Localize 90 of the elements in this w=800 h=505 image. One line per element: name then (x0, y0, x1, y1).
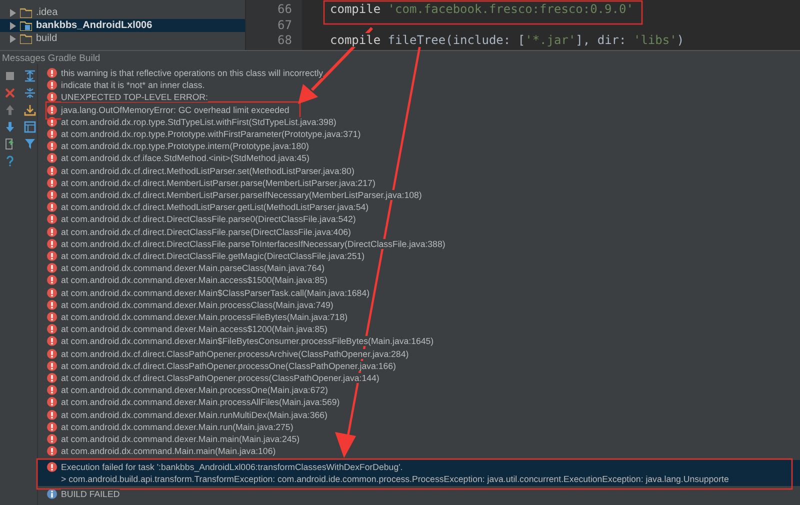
message-text: at com.android.dx.cf.direct.DirectClassFile.getMagic(DirectClassFile.java:251) (61, 251, 365, 262)
message-text: at com.android.dx.command.dexer.Main.processClass(Main.java:749) (61, 300, 334, 310)
line-number: 68 (276, 33, 292, 48)
message-text: at com.android.dx.command.dexer.Main.run(Main.java:275) (61, 422, 294, 432)
help-icon[interactable] (4, 155, 16, 167)
message-row[interactable]: indicate that it is *not* an inner class. (38, 79, 800, 92)
message-row[interactable]: at com.android.dx.cf.direct.DirectClassFile.getMagic(DirectClassFile.java:251) (38, 250, 800, 262)
message-row[interactable]: at com.android.dx.cf.direct.DirectClassFile.parse(DirectClassFile.java:406) (38, 226, 800, 238)
message-text: at com.android.dx.cf.direct.MethodListParser.set(MethodListParser.java:80) (61, 166, 354, 176)
download-icon[interactable] (24, 104, 36, 116)
message-row[interactable]: at com.android.dx.cf.direct.MethodListParser.set(MethodListParser.java:80) (38, 164, 800, 177)
message-text: at com.android.dx.command.dexer.Main$FileBytesConsumer.processFileBytes(Main.java:1645) (61, 336, 434, 346)
filter-icon[interactable] (24, 138, 36, 150)
message-text: at com.android.dx.rop.type.Prototype.intern(Prototype.java:180) (61, 141, 309, 152)
message-row[interactable]: at com.android.dx.command.dexer.Main.access$1500(Main.java:85) (38, 274, 800, 287)
message-text: at com.android.dx.command.dexer.Main$ClassParserTask.call(Main.java:1684) (61, 288, 370, 298)
message-text: at com.android.dx.command.dexer.Main.processOne(Main.java:672) (61, 385, 328, 396)
message-text: BUILD FAILED (61, 488, 120, 499)
message-row[interactable]: at com.android.dx.cf.iface.StdMethod.<init>(StdMethod.java:45) (38, 152, 800, 165)
message-text: at com.android.dx.cf.direct.ClassPathOpener.process(ClassPathOpener.java:144) (61, 373, 380, 384)
folder-icon (20, 7, 32, 18)
message-text: at com.android.dx.command.dexer.Main.processAllFiles(Main.java:569) (61, 397, 340, 408)
message-row[interactable]: at com.android.dx.cf.direct.MethodListParser.getList(MethodListParser.java:54) (38, 201, 800, 214)
message-text: at com.android.dx.command.dexer.Main.runMultiDex(Main.java:366) (61, 410, 328, 420)
expand-all-icon[interactable] (24, 70, 36, 82)
message-text: at com.android.dx.cf.direct.ClassPathOpener.processArchive(ClassPathOpener.java:284) (61, 348, 409, 359)
message-text: at com.android.dx.cf.direct.ClassPathOpener.processOne(ClassPathOpener.java:166) (61, 360, 396, 371)
message-row[interactable]: at com.android.dx.cf.direct.DirectClassFile.parseToInterfacesIfNecessary(DirectClassFile.java:388) (38, 238, 800, 250)
message-row[interactable]: at com.android.dx.cf.direct.ClassPathOpener.processArchive(ClassPathOpener.java:284) (38, 348, 800, 360)
message-row[interactable]: at com.android.dx.command.dexer.Main.processClass(Main.java:749) (38, 298, 800, 312)
message-row[interactable]: UNEXPECTED TOP-LEVEL ERROR: (38, 91, 800, 104)
message-text: at com.android.dx.command.dexer.Main.main(Main.java:245) (61, 434, 300, 444)
message-row[interactable]: BUILD FAILED (38, 488, 800, 500)
folder-icon (20, 33, 32, 44)
message-row[interactable]: at com.android.dx.command.dexer.Main.processOne(Main.java:672) (38, 384, 800, 396)
stop-icon[interactable] (4, 70, 16, 82)
message-row[interactable]: at com.android.dx.command.dexer.Main.processFileBytes(Main.java:718) (38, 311, 800, 324)
message-row[interactable]: at com.android.dx.cf.direct.MemberListParser.parseIfNecessary(MemberListParser.java:108) (38, 189, 800, 202)
message-text: at com.android.dx.cf.direct.MethodListParser.getList(MethodListParser.java:54) (61, 202, 369, 212)
message-row[interactable]: at com.android.dx.command.dexer.Main.runMultiDex(Main.java:366) (38, 408, 800, 421)
message-row[interactable]: at com.android.dx.cf.direct.ClassPathOpener.processOne(ClassPathOpener.java:166) (38, 360, 800, 372)
message-row[interactable]: java.lang.OutOfMemoryError: GC overhead limit exceeded (38, 104, 800, 116)
message-text: java.lang.OutOfMemoryError: GC overhead limit exceeded (61, 104, 290, 115)
tree-item[interactable]: .idea (0, 6, 245, 19)
message-text: Execution failed for task ':bankbbs_AndroidLxl006:transformClassesWithDexForDebug'. (61, 462, 403, 472)
message-row[interactable] (38, 460, 800, 486)
message-row[interactable]: at com.android.dx.command.dexer.Main$ClassParserTask.call(Main.java:1684) (38, 286, 800, 299)
message-text: at com.android.dx.command.dexer.Main.parseClass(Main.java:764) (61, 263, 325, 274)
export-icon[interactable] (4, 138, 16, 150)
message-text: at com.android.dx.command.dexer.Main.access$1500(Main.java:85) (61, 275, 328, 286)
message-row[interactable]: at com.android.dx.cf.direct.MemberListParser.parse(MemberListParser.java:217) (38, 176, 800, 190)
message-text: at com.android.dx.command.dexer.Main.processFileBytes(Main.java:718) (61, 312, 348, 322)
up-arrow-icon[interactable] (4, 104, 16, 116)
message-text: at com.android.dx.command.dexer.Main.access$1200(Main.java:85) (61, 324, 328, 334)
message-text: at com.android.dx.cf.iface.StdMethod.<init>(StdMethod.java:45) (61, 153, 310, 164)
message-text: at com.android.dx.rop.type.StdTypeList.withFirst(StdTypeList.java:398) (61, 116, 336, 127)
message-text: this warning is that reflective operations on this class will incorrectly (61, 68, 324, 78)
layout-icon[interactable] (24, 121, 36, 133)
line-number: 67 (276, 18, 292, 33)
down-arrow-icon[interactable] (4, 121, 16, 133)
message-text: at com.android.dx.cf.direct.DirectClassFile.parse0(DirectClassFile.java:542) (61, 214, 356, 224)
message-text: at com.android.dx.cf.direct.MemberListParser.parse(MemberListParser.java:217) (61, 178, 376, 188)
message-row[interactable]: at com.android.dx.cf.direct.ClassPathOpener.process(ClassPathOpener.java:144) (38, 372, 800, 384)
message-row[interactable]: at com.android.dx.rop.type.Prototype.intern(Prototype.java:180) (38, 140, 800, 152)
message-text: at com.android.dx.cf.direct.MemberListParser.parseIfNecessary(MemberListParser.java:108) (61, 190, 422, 200)
message-row[interactable]: at com.android.dx.rop.type.StdTypeList.withFirst(StdTypeList.java:398) (38, 116, 800, 128)
message-row[interactable]: at com.android.dx.rop.type.Prototype.withFirstParameter(Prototype.java:371) (38, 128, 800, 140)
message-row[interactable]: at com.android.dx.command.dexer.Main.processAllFiles(Main.java:569) (38, 396, 800, 409)
message-row[interactable]: at com.android.dx.cf.direct.DirectClassFile.parse0(DirectClassFile.java:542) (38, 213, 800, 226)
message-text: at com.android.dx.cf.direct.DirectClassFile.parse(DirectClassFile.java:406) (61, 226, 351, 237)
message-row[interactable]: this warning is that reflective operations on this class will incorrectly (38, 67, 800, 80)
panel-title: Messages Gradle Build (0, 50, 800, 64)
collapse-all-icon[interactable] (24, 87, 36, 99)
message-row[interactable]: at com.android.dx.command.dexer.Main.parseClass(Main.java:764) (38, 262, 800, 274)
message-row[interactable]: at com.android.dx.command.dexer.Main.main(Main.java:245) (38, 433, 800, 446)
line-number: 66 (276, 2, 292, 18)
message-row[interactable]: at com.android.dx.command.Main.main(Main.java:106) (38, 445, 800, 458)
message-text: at com.android.dx.rop.type.Prototype.withFirstParameter(Prototype.java:371) (61, 129, 361, 140)
close-icon[interactable] (4, 87, 16, 99)
module-folder-icon (20, 20, 32, 31)
message-row[interactable]: at com.android.dx.command.dexer.Main.access$1200(Main.java:85) (38, 323, 800, 336)
tree-item[interactable]: build (0, 32, 245, 45)
message-text: at com.android.dx.command.Main.main(Main.java:106) (61, 446, 276, 456)
message-row[interactable]: at com.android.dx.command.dexer.Main$FileBytesConsumer.processFileBytes(Main.java:1645) (38, 335, 800, 348)
message-text: > com.android.build.api.transform.TransformException: com.android.ide.common.process.ProcessException: java.util.concurrent.ExecutionException: java.lang.Unsupporte (61, 474, 729, 484)
message-row[interactable]: at com.android.dx.command.dexer.Main.run(Main.java:275) (38, 420, 800, 434)
message-text: at com.android.dx.cf.direct.DirectClassFile.parseToInterfacesIfNecessary(DirectClassFile.java:388) (61, 238, 446, 249)
message-text: UNEXPECTED TOP-LEVEL ERROR: (61, 92, 208, 102)
message-text: indicate that it is *not* an inner class. (61, 80, 205, 90)
tree-item[interactable]: bankbbs_AndroidLxl006 (0, 19, 245, 32)
